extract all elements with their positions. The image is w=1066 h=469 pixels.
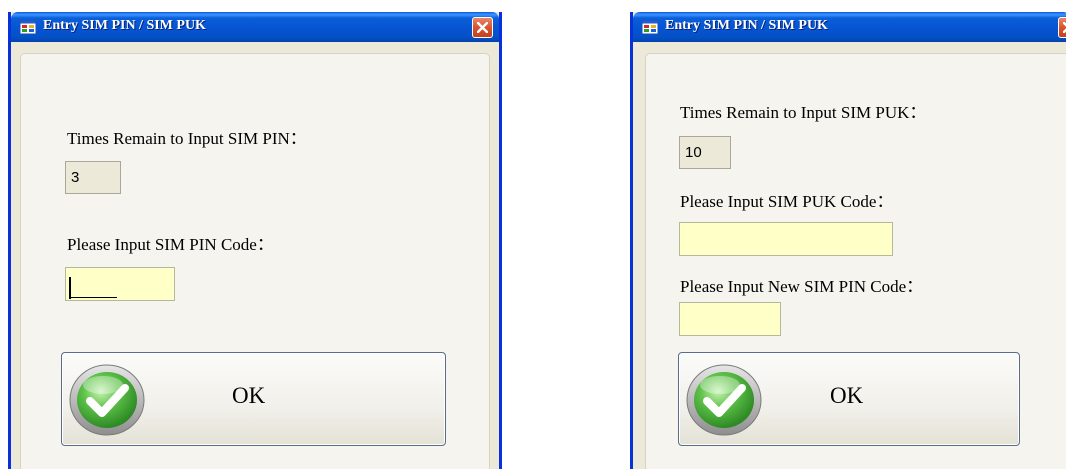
- close-button[interactable]: [472, 17, 493, 38]
- close-button[interactable]: [1058, 17, 1066, 38]
- title-bar[interactable]: Entry SIM PIN / SIM PUK: [633, 12, 1066, 42]
- text-caret: [69, 277, 71, 299]
- pin-code-label: Please Input SIM PIN Code：: [67, 235, 274, 254]
- sim-pin-dialog: Entry SIM PIN / SIM PUK Times Remain to …: [8, 12, 502, 469]
- times-remain-label: Times Remain to Input SIM PIN：: [67, 129, 307, 148]
- new-pin-code-label: Please Input New SIM PIN Code：: [680, 277, 924, 296]
- sim-puk-dialog: Entry SIM PIN / SIM PUK Times Remain to …: [630, 12, 1066, 469]
- close-icon: [477, 22, 488, 33]
- ok-button[interactable]: OK: [61, 352, 446, 446]
- new-pin-code-input[interactable]: [679, 302, 781, 336]
- check-icon: [69, 364, 145, 436]
- puk-code-label: Please Input SIM PUK Code：: [680, 192, 894, 211]
- window-title: Entry SIM PIN / SIM PUK: [43, 18, 206, 33]
- ok-button[interactable]: OK: [678, 352, 1020, 446]
- times-remain-value: 10: [679, 136, 731, 169]
- ok-button-label: OK: [232, 383, 266, 408]
- puk-code-input[interactable]: [679, 222, 893, 256]
- times-remain-label: Times Remain to Input SIM PUK：: [680, 103, 927, 122]
- window-title: Entry SIM PIN / SIM PUK: [665, 18, 828, 33]
- app-icon: [642, 20, 658, 34]
- title-bar[interactable]: Entry SIM PIN / SIM PUK: [11, 12, 499, 42]
- times-remain-value: 3: [65, 161, 121, 194]
- ok-button-label: OK: [830, 383, 864, 408]
- pin-code-input[interactable]: [65, 267, 175, 301]
- check-icon: [686, 364, 762, 436]
- app-icon: [20, 20, 36, 34]
- input-underline: [69, 297, 117, 298]
